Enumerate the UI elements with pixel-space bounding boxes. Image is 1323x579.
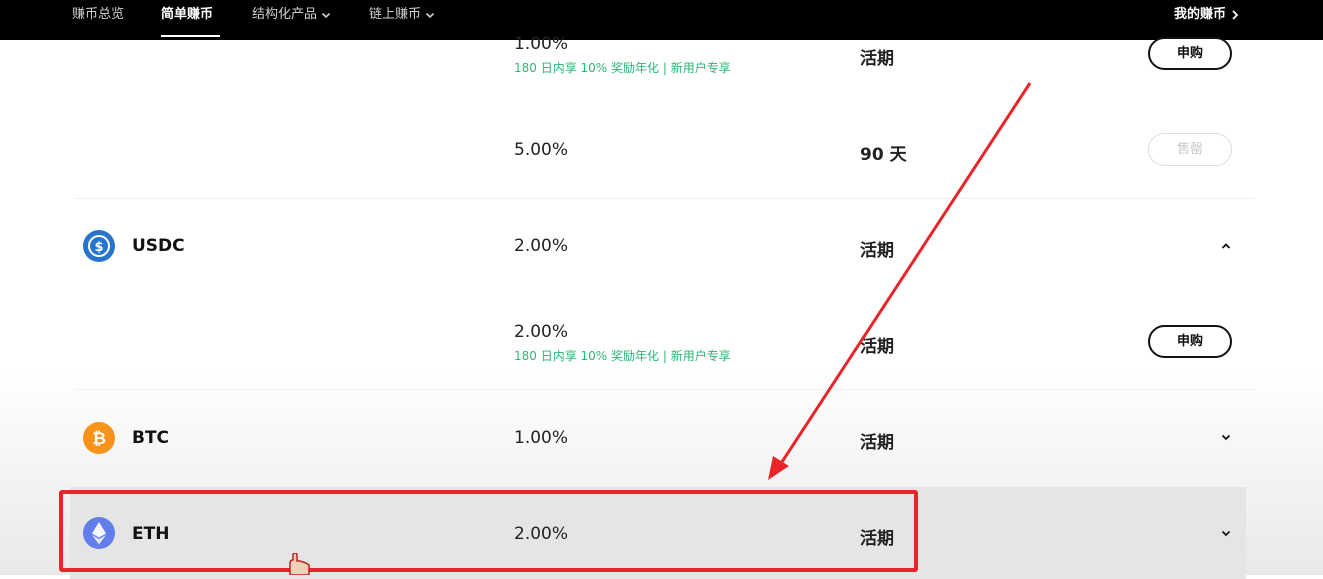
hand-cursor-icon	[289, 553, 310, 575]
annotation-arrow	[768, 82, 1032, 480]
